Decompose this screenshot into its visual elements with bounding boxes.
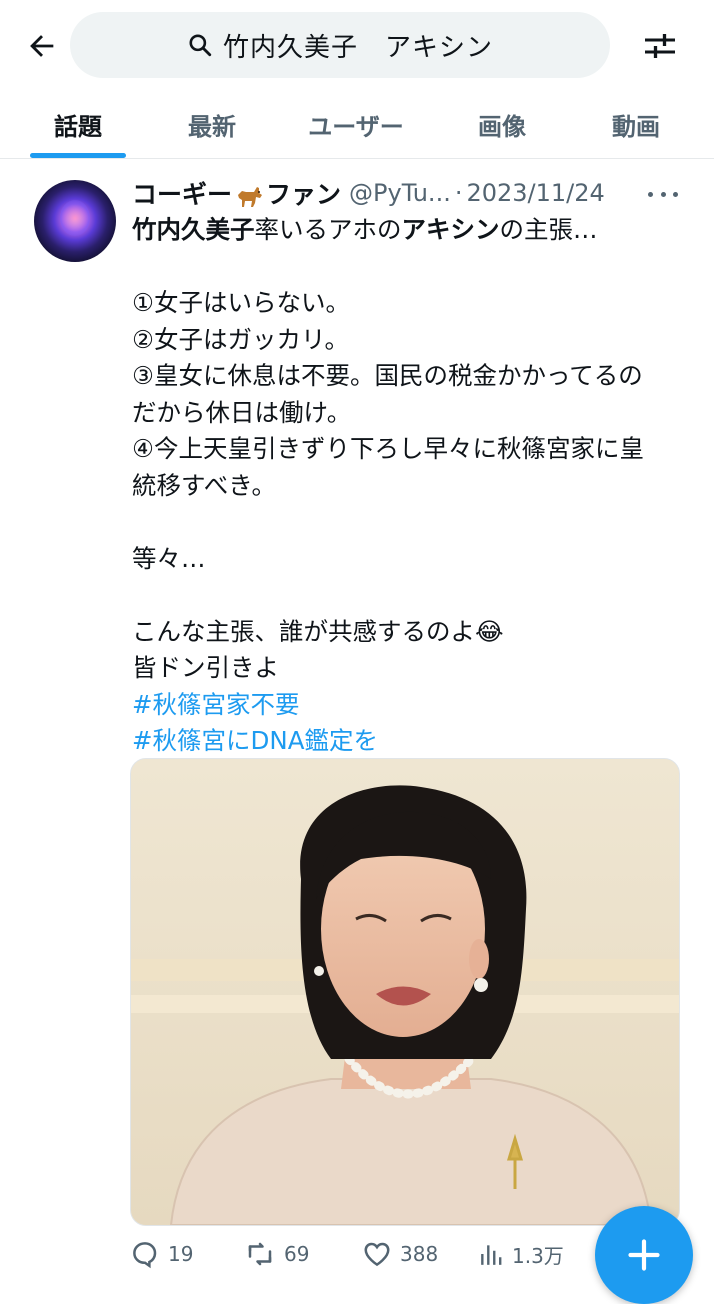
photo-illustration — [131, 759, 679, 1225]
hashtag-link[interactable]: #秋篠宮家不要 — [132, 687, 692, 724]
tweet-date[interactable]: 2023/11/24 — [466, 179, 604, 207]
tweet-actions: 19 69 388 1.3万 — [130, 1234, 600, 1274]
like-icon — [364, 1242, 390, 1267]
avatar[interactable] — [34, 180, 116, 262]
separator-dot: · — [454, 179, 463, 207]
tweet-line: 統移すべき。 — [132, 470, 277, 500]
retweet-button[interactable]: 69 — [244, 1234, 309, 1274]
tweet-text-segment: の主張… — [499, 215, 598, 244]
active-tab-indicator — [30, 153, 126, 158]
more-button[interactable] — [648, 182, 678, 206]
display-name-part1: コーギー — [132, 180, 233, 209]
tweet-line: ②女子はガッカリ。 — [132, 324, 349, 354]
views-count: 1.3万 — [512, 1243, 564, 1268]
filter-sliders-icon — [645, 34, 675, 58]
search-tabs: 話題 最新 ユーザー 画像 動画 — [0, 90, 714, 159]
views-icon — [481, 1245, 502, 1265]
tab-latest[interactable]: 最新 — [152, 90, 272, 158]
search-header: 竹内久美子 アキシン — [0, 0, 714, 90]
tweet-text: 竹内久美子率いるアホのアキシンの主張… ①女子はいらない。 ②女子はガッカリ。 … — [132, 212, 692, 760]
search-query: 竹内久美子 アキシン — [222, 32, 493, 63]
tab-videos[interactable]: 動画 — [576, 90, 696, 158]
compose-button[interactable] — [595, 1206, 693, 1304]
tweet-line: ③皇女に休息は不要。国民の税金かかってるの — [132, 361, 643, 390]
reply-button[interactable]: 19 — [130, 1234, 193, 1274]
back-button[interactable] — [22, 26, 62, 66]
tweet-line: だから休日は働け。 — [132, 397, 352, 427]
search-icon — [189, 34, 212, 57]
compose-plus-icon — [628, 1239, 660, 1271]
reply-count: 19 — [168, 1242, 194, 1266]
search-input[interactable]: 竹内久美子 アキシン — [70, 12, 610, 78]
like-button[interactable]: 388 — [362, 1234, 438, 1274]
more-icon — [648, 191, 653, 197]
tweet-line: 等々… — [132, 543, 206, 573]
tweet-header: コーギー ファン @PyTu... · 2023/11/24 — [132, 176, 605, 210]
more-icon-dot — [660, 191, 666, 197]
more-icon-dot — [673, 191, 678, 197]
highlight-term: 竹内久美子 — [132, 215, 255, 244]
highlight-term: アキシン — [401, 215, 500, 244]
tweet-line: こんな主張、誰が共感するのよ😂 — [132, 616, 504, 646]
reply-icon — [133, 1242, 157, 1269]
tweet-text-segment: 率いるアホの — [254, 215, 402, 244]
hashtag-link[interactable]: #秋篠宮にDNA鑑定を — [132, 723, 692, 760]
tweet-photo[interactable] — [130, 758, 680, 1226]
search-filter-button[interactable] — [638, 24, 682, 68]
tweet-line: ①女子はいらない。 — [132, 288, 350, 317]
tab-people[interactable]: ユーザー — [286, 90, 426, 158]
display-name-part2: ファン — [266, 180, 342, 209]
back-arrow-icon — [30, 35, 54, 57]
retweet-icon — [248, 1242, 272, 1266]
views-button[interactable]: 1.3万 — [478, 1234, 564, 1274]
display-name[interactable]: コーギー ファン — [132, 175, 341, 211]
tab-photos[interactable]: 画像 — [442, 90, 562, 158]
like-count: 388 — [400, 1242, 439, 1266]
tweet-line: 竹内久美子率いるアホのアキシンの主張… — [132, 212, 692, 249]
user-handle[interactable]: @PyTu... — [349, 179, 451, 207]
tweet-line: 皆ドン引きよ — [132, 653, 279, 682]
dog-emoji-icon — [238, 187, 263, 207]
tweet-line: ④今上天皇引きずり下ろし早々に秋篠宮家に皇 — [132, 434, 644, 463]
retweet-count: 69 — [284, 1242, 310, 1266]
tab-top[interactable]: 話題 — [18, 90, 138, 158]
